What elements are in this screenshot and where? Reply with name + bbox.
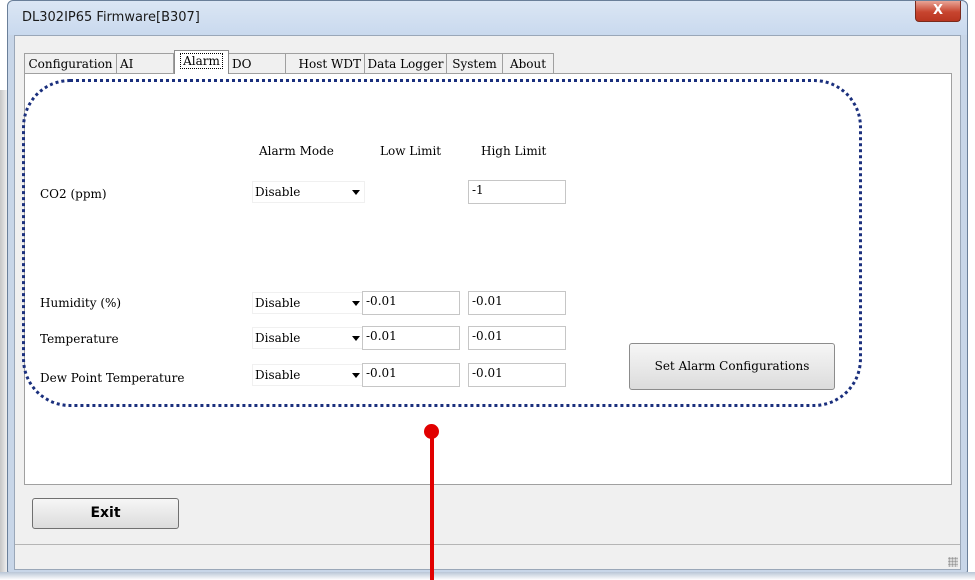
close-icon: X	[932, 3, 944, 18]
chevron-down-icon	[352, 373, 360, 378]
tab-alarm[interactable]: Alarm	[174, 50, 229, 74]
temperature-mode-select[interactable]: Disable	[252, 327, 365, 349]
exit-button[interactable]: Exit	[32, 498, 179, 529]
temperature-high-limit-input[interactable]: -0.01	[468, 326, 566, 350]
set-alarm-configurations-button[interactable]: Set Alarm Configurations	[629, 343, 835, 390]
co2-label: CO2 (ppm)	[40, 187, 107, 201]
title-bar: DL302IP65 Firmware[B307] X	[8, 1, 967, 35]
co2-mode-select[interactable]: Disable	[252, 181, 365, 203]
high-limit-header: High Limit	[481, 144, 547, 158]
chevron-down-icon	[352, 190, 360, 195]
humidity-label: Humidity (%)	[40, 296, 122, 310]
status-bar	[15, 544, 960, 569]
chevron-down-icon	[352, 301, 360, 306]
resize-grip-icon[interactable]	[948, 557, 958, 567]
window-title: DL302IP65 Firmware[B307]	[22, 10, 200, 25]
low-limit-header: Low Limit	[380, 144, 442, 158]
dew-point-mode-select[interactable]: Disable	[252, 364, 365, 386]
temperature-label: Temperature	[40, 332, 119, 346]
temperature-low-limit-input[interactable]: -0.01	[362, 326, 460, 350]
background-edge	[0, 90, 7, 580]
alarm-mode-header: Alarm Mode	[259, 144, 334, 158]
tab-about[interactable]: About	[502, 53, 554, 73]
app-window: DL302IP65 Firmware[B307] X Configuration…	[7, 0, 968, 573]
tab-ai[interactable]: AI	[116, 53, 174, 73]
annotation-pointer-dot	[424, 424, 439, 439]
dew-point-high-limit-input[interactable]: -0.01	[468, 363, 566, 387]
annotation-pointer-line	[430, 431, 434, 580]
tab-host-wdt[interactable]: Host WDT	[285, 53, 365, 73]
taskbar-edge	[0, 572, 975, 580]
alarm-panel: Alarm Mode Low Limit High Limit CO2 (ppm…	[22, 73, 952, 485]
dew-point-low-limit-input[interactable]: -0.01	[362, 363, 460, 387]
tab-configuration[interactable]: Configuration	[24, 53, 117, 73]
humidity-low-limit-input[interactable]: -0.01	[362, 291, 460, 315]
tab-system[interactable]: System	[446, 53, 503, 73]
dew-point-label: Dew Point Temperature	[40, 371, 185, 385]
tab-do[interactable]: DO	[228, 53, 286, 73]
co2-high-limit-input[interactable]: -1	[468, 180, 566, 204]
humidity-mode-select[interactable]: Disable	[252, 292, 365, 314]
tab-data-logger[interactable]: Data Logger	[364, 53, 447, 73]
chevron-down-icon	[352, 336, 360, 341]
humidity-high-limit-input[interactable]: -0.01	[468, 291, 566, 315]
client-area: Configuration AI Alarm DO Host WDT Data …	[14, 35, 961, 570]
close-button[interactable]: X	[915, 1, 961, 22]
